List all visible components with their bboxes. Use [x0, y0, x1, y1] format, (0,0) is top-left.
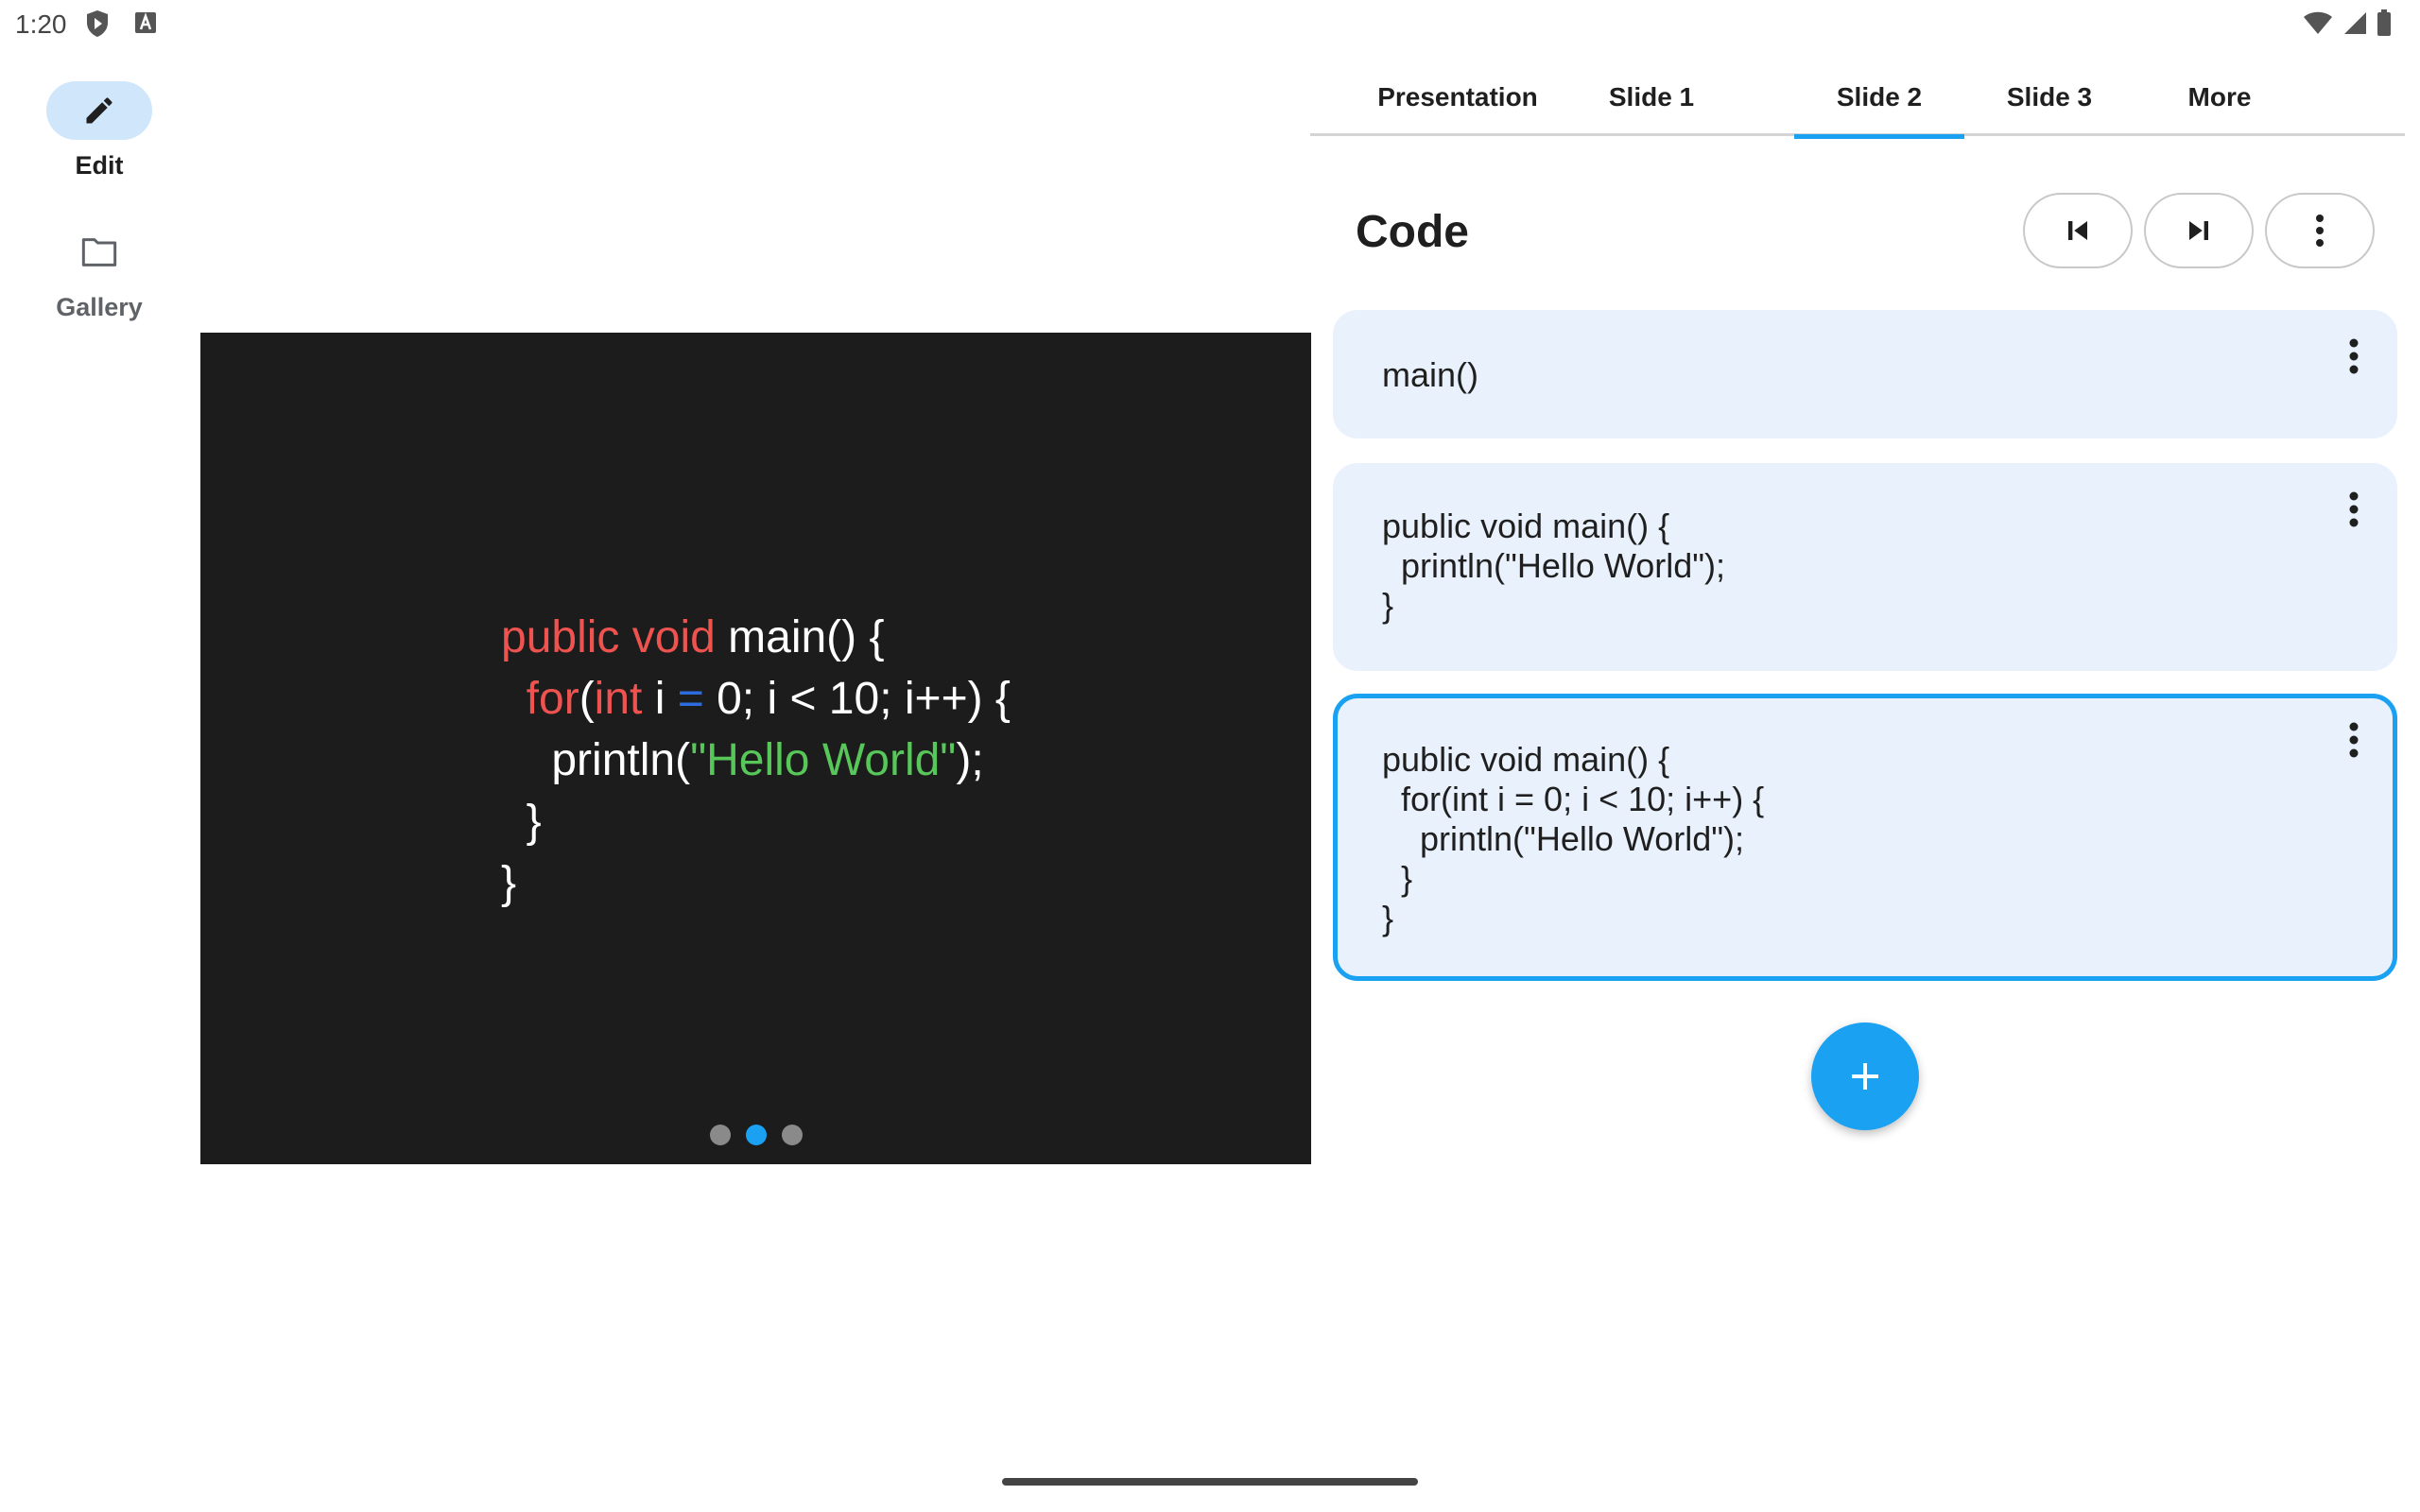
page-dot[interactable]: [781, 1125, 803, 1145]
more-vert-icon[interactable]: [2348, 338, 2360, 374]
slide-code-line: }: [501, 852, 1011, 914]
code-token: );: [956, 735, 984, 785]
code-token: i: [654, 674, 678, 724]
page-dot[interactable]: [745, 1125, 767, 1145]
code-token: }: [501, 797, 542, 847]
tab-slide-3[interactable]: Slide 3: [1964, 59, 2135, 136]
code-card-text: public void main() { for(int i = 0; i < …: [1382, 740, 1765, 937]
add-code-button[interactable]: [1811, 1022, 1919, 1130]
more-vert-icon[interactable]: [2348, 491, 2360, 527]
tab-more[interactable]: More: [2135, 59, 2305, 136]
status-time: 1:20: [15, 9, 67, 39]
page-dot[interactable]: [709, 1125, 731, 1145]
plus-icon: [1852, 1063, 1878, 1090]
more-vert-icon[interactable]: [2348, 722, 2360, 758]
code-card[interactable]: public void main() { println("Hello Worl…: [1333, 463, 2397, 671]
slide-code-line: }: [501, 791, 1011, 852]
font-a-icon: [135, 12, 156, 33]
slide-code-line: for(int i = 0; i < 10; i++) {: [501, 668, 1011, 730]
slide-code: public void main() { for(int i = 0; i < …: [501, 607, 1011, 914]
code-token: }: [501, 858, 517, 908]
tab-slide-1[interactable]: Slide 1: [1581, 59, 1722, 136]
pencil-icon: [86, 97, 112, 124]
section-title: Code: [1356, 207, 1469, 257]
tab-bar: Presentation Slide 1 Slide 2 Slide 3 Mor…: [1310, 59, 2405, 139]
skip-previous-button[interactable]: [2023, 193, 2133, 268]
code-token: int: [594, 674, 655, 724]
code-token: (: [579, 674, 595, 724]
more-options-button[interactable]: [2265, 193, 2375, 268]
status-right-icons: [2303, 9, 2392, 36]
wifi-icon: [2304, 11, 2332, 34]
edit-pill[interactable]: [46, 81, 152, 140]
page-indicator: [200, 1125, 1311, 1145]
shield-icon: [87, 10, 108, 37]
navigation-rail: Edit Gallery: [0, 57, 199, 340]
code-token: 0; i < 10; i++) {: [703, 674, 1011, 724]
tab-slide-2[interactable]: Slide 2: [1794, 59, 1964, 139]
nav-item-gallery[interactable]: Gallery: [0, 223, 199, 322]
skip-previous-icon: [2068, 221, 2087, 240]
code-card-text: main(): [1382, 355, 1479, 394]
skip-next-icon: [2189, 221, 2208, 240]
code-card-text: public void main() { println("Hello Worl…: [1382, 507, 1725, 625]
nav-item-edit[interactable]: Edit: [0, 81, 199, 180]
nav-label-gallery: Gallery: [56, 293, 143, 321]
battery-icon: [2377, 9, 2391, 36]
signal-icon: [2344, 12, 2366, 34]
code-token: "Hello World": [690, 735, 957, 785]
code-card-selected[interactable]: public void main() { for(int i = 0; i < …: [1333, 694, 2397, 981]
slide-code-line: println("Hello World");: [501, 730, 1011, 791]
slide-preview[interactable]: public void main() { for(int i = 0; i < …: [200, 333, 1311, 1164]
skip-next-button[interactable]: [2144, 193, 2254, 268]
code-token: public void: [501, 612, 729, 662]
gesture-navigation-bar[interactable]: [1002, 1478, 1418, 1486]
nav-label-edit: Edit: [75, 151, 124, 180]
status-bar: 1:20: [0, 0, 2420, 47]
folder-icon: [81, 238, 117, 266]
code-token: main() {: [728, 612, 885, 662]
code-token: println(: [501, 735, 691, 785]
code-token: for: [501, 674, 579, 724]
code-token: =: [677, 674, 704, 724]
more-vert-icon: [2316, 215, 2324, 247]
slide-code-line: public void main() {: [501, 607, 1011, 668]
code-card[interactable]: main(): [1333, 310, 2397, 438]
gallery-pill[interactable]: [46, 223, 152, 282]
tab-presentation[interactable]: Presentation: [1363, 59, 1552, 136]
